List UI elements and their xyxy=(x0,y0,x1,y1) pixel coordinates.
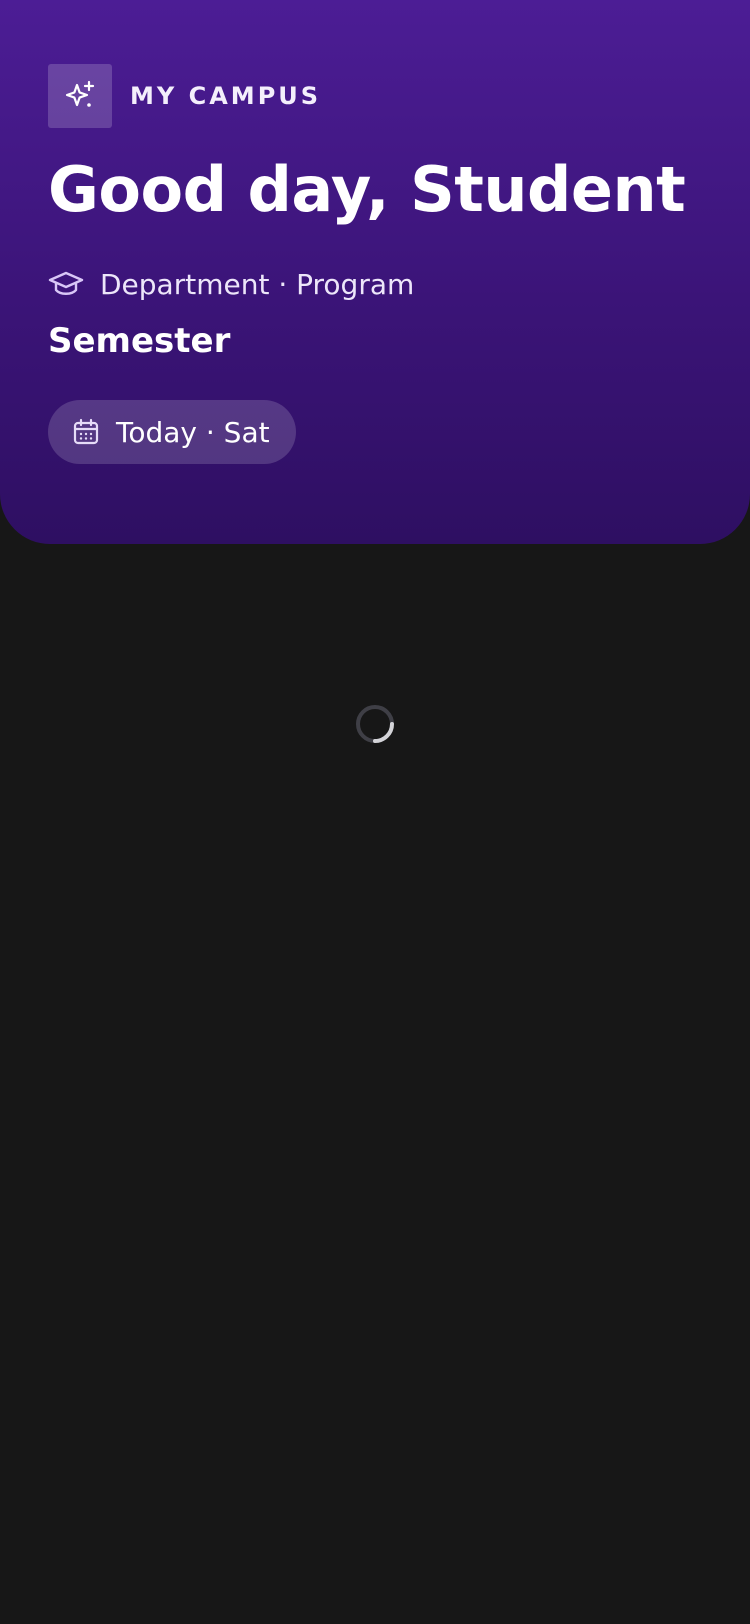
department-program-row: Department · Program xyxy=(48,262,414,306)
sparkles-icon xyxy=(48,64,112,128)
date-chip-label: Today · Sat xyxy=(116,415,270,449)
department-program-label: Department · Program xyxy=(100,267,415,301)
greeting-title: Good day, Student xyxy=(48,153,686,226)
semester-label: Semester xyxy=(48,321,231,361)
header-card: MY CAMPUS Good day, Student Department ·… xyxy=(0,0,750,544)
graduation-cap-icon xyxy=(48,266,84,302)
loading-spinner-icon xyxy=(355,704,395,744)
calendar-icon xyxy=(72,418,100,446)
date-chip[interactable]: Today · Sat xyxy=(48,400,296,464)
brand: MY CAMPUS xyxy=(48,64,321,128)
app-name: MY CAMPUS xyxy=(130,82,322,110)
